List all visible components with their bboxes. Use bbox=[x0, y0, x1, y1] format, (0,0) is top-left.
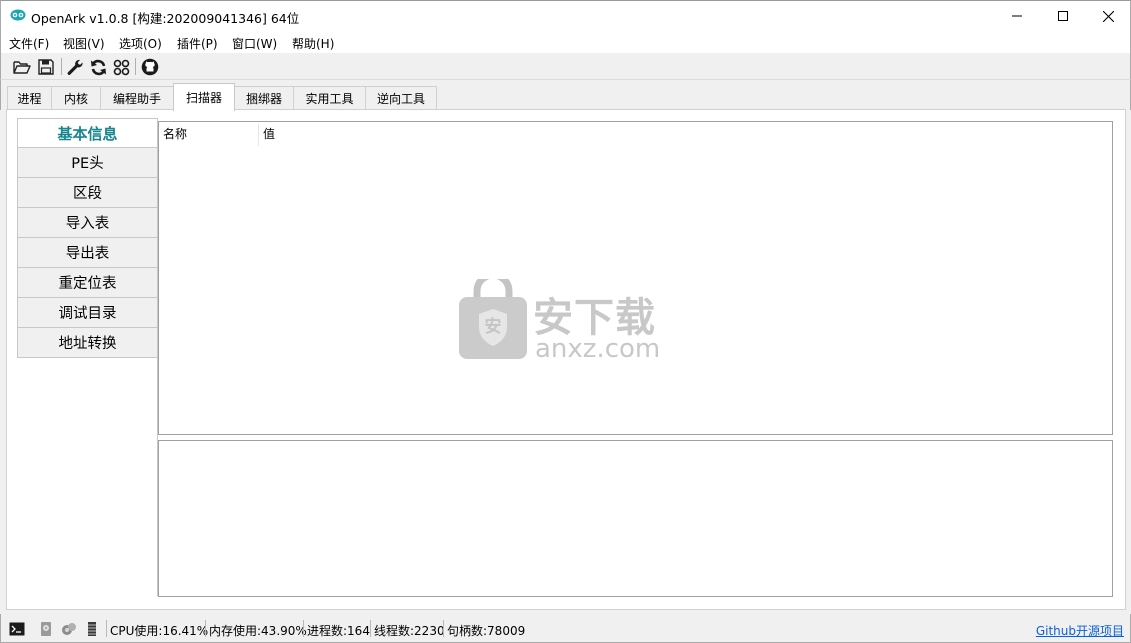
handle-count: 句柄数:78009 bbox=[447, 624, 526, 638]
grid-icon bbox=[113, 59, 129, 75]
watermark-badge: 安 bbox=[484, 317, 502, 337]
settings-button[interactable] bbox=[65, 57, 85, 77]
menu-file[interactable]: 文件(F) bbox=[9, 35, 49, 52]
close-button[interactable] bbox=[1085, 1, 1131, 31]
folder-open-icon bbox=[13, 61, 31, 74]
save-icon bbox=[38, 59, 54, 75]
tab-kernel[interactable]: 内核 bbox=[51, 86, 101, 110]
menu-plugins[interactable]: 插件(P) bbox=[177, 35, 218, 52]
status-bar: CPU使用:16.41% 内存使用:43.90% 进程数:164 线程数:223… bbox=[0, 614, 1131, 643]
sidebar-item-address-convert[interactable]: 地址转换 bbox=[17, 328, 158, 358]
memory-usage: 内存使用:43.90% bbox=[209, 624, 307, 638]
column-separator bbox=[258, 124, 259, 146]
sidebar-item-sections[interactable]: 区段 bbox=[17, 178, 158, 208]
menu-bar: 文件(F) 视图(V) 选项(O) 插件(P) 窗口(W) 帮助(H) bbox=[0, 31, 1131, 53]
tab-coding-helper[interactable]: 编程助手 bbox=[100, 86, 174, 110]
column-header-name[interactable]: 名称 bbox=[163, 125, 187, 142]
process-count: 进程数:164 bbox=[307, 624, 370, 638]
refresh-icon bbox=[90, 59, 106, 75]
toolbar bbox=[0, 53, 1131, 80]
window-title: OpenArk v1.0.8 [构建:202009041346] 64位 bbox=[31, 11, 300, 26]
status-separator bbox=[205, 620, 206, 637]
tools-button[interactable] bbox=[111, 57, 131, 77]
sidebar-item-debug-directory[interactable]: 调试目录 bbox=[17, 298, 158, 328]
column-header-value[interactable]: 值 bbox=[263, 125, 275, 142]
sidebar-item-relocation-table[interactable]: 重定位表 bbox=[17, 268, 158, 298]
tab-process[interactable]: 进程 bbox=[7, 86, 52, 110]
thread-count: 线程数:2230 bbox=[374, 624, 445, 638]
refresh-button[interactable] bbox=[88, 57, 108, 77]
tab-bundler[interactable]: 捆绑器 bbox=[234, 86, 294, 110]
maximize-icon bbox=[1058, 11, 1068, 21]
menu-options[interactable]: 选项(O) bbox=[119, 35, 162, 52]
open-button[interactable] bbox=[12, 57, 32, 77]
openark-logo-icon bbox=[10, 9, 26, 21]
sidebar-item-export-table[interactable]: 导出表 bbox=[17, 238, 158, 268]
sidebar-item-basic-info[interactable]: 基本信息 bbox=[17, 118, 158, 148]
tab-reverse-tools[interactable]: 逆向工具 bbox=[365, 86, 437, 110]
tab-scanner[interactable]: 扫描器 bbox=[173, 83, 235, 111]
github-button[interactable] bbox=[140, 57, 160, 77]
detail-panel[interactable] bbox=[158, 440, 1113, 597]
menu-help[interactable]: 帮助(H) bbox=[292, 35, 334, 52]
toolbar-separator bbox=[61, 58, 62, 75]
toolbar-separator bbox=[135, 58, 136, 75]
menu-window[interactable]: 窗口(W) bbox=[232, 35, 277, 52]
close-icon bbox=[1102, 10, 1114, 22]
status-separator bbox=[443, 620, 444, 637]
watermark-domain: anxz.com bbox=[535, 334, 661, 364]
console-icon[interactable] bbox=[9, 621, 25, 637]
watermark: 安 安下载 anxz.com bbox=[457, 279, 677, 364]
menu-view[interactable]: 视图(V) bbox=[63, 35, 105, 52]
status-separator bbox=[303, 620, 304, 637]
cleanup-icon[interactable] bbox=[61, 621, 77, 637]
github-project-link[interactable]: Github开源项目 bbox=[1036, 622, 1124, 639]
title-bar: OpenArk v1.0.8 [构建:202009041346] 64位 bbox=[0, 0, 1131, 31]
minimize-icon bbox=[1012, 15, 1022, 17]
status-separator bbox=[370, 620, 371, 637]
tab-utilities[interactable]: 实用工具 bbox=[293, 86, 366, 110]
sidebar-empty-area bbox=[17, 358, 158, 596]
sidebar-item-import-table[interactable]: 导入表 bbox=[17, 208, 158, 238]
tab-bar: 进程 内核 编程助手 扫描器 捆绑器 实用工具 逆向工具 bbox=[0, 80, 1131, 111]
pe-sidebar: 基本信息 PE头 区段 导入表 导出表 重定位表 调试目录 地址转换 bbox=[17, 118, 158, 358]
wrench-icon bbox=[67, 59, 83, 75]
github-icon bbox=[141, 58, 159, 76]
save-button[interactable] bbox=[36, 57, 56, 77]
info-table[interactable]: 名称 值 bbox=[158, 121, 1113, 435]
minimize-button[interactable] bbox=[994, 1, 1040, 31]
memory-icon[interactable] bbox=[84, 621, 100, 637]
status-separator bbox=[106, 620, 107, 637]
maximize-button[interactable] bbox=[1040, 1, 1086, 31]
cpu-usage: CPU使用:16.41% bbox=[110, 624, 209, 638]
sidebar-item-pe-header[interactable]: PE头 bbox=[17, 148, 158, 178]
disk-icon[interactable] bbox=[38, 621, 54, 637]
